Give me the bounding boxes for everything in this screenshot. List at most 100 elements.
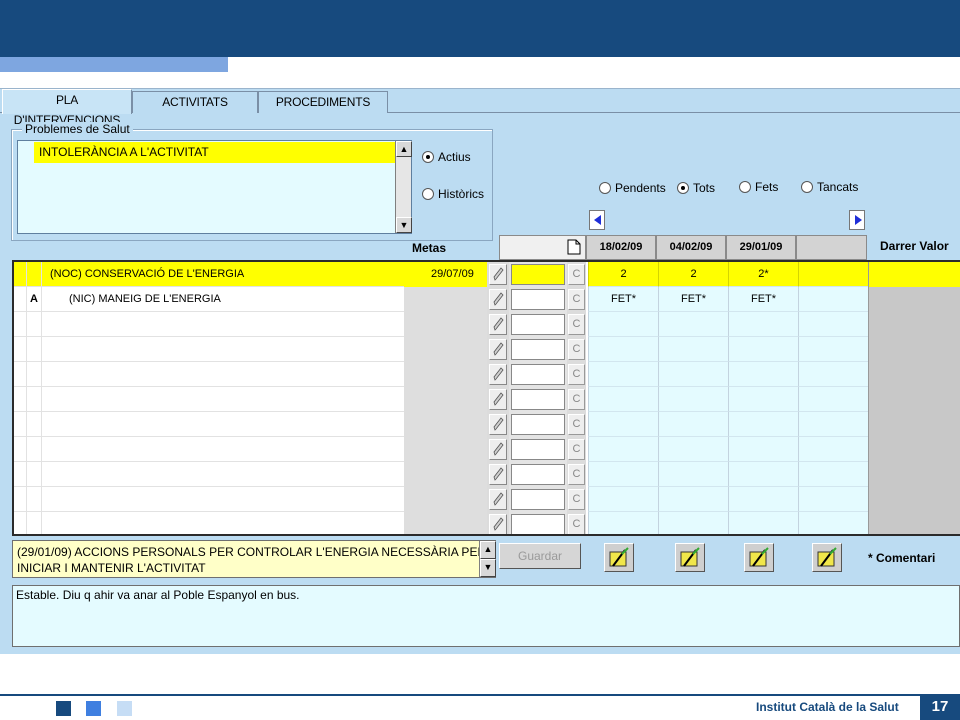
row-edit-button[interactable] — [487, 462, 509, 487]
row-date-value[interactable] — [798, 437, 868, 462]
scroll-up-icon[interactable]: ▲ — [396, 141, 412, 157]
radio-actius[interactable]: Actius — [422, 149, 471, 165]
guardar-button[interactable]: Guardar — [499, 543, 581, 569]
row-check-button[interactable]: C — [567, 487, 586, 512]
row-main-cell[interactable] — [14, 387, 404, 412]
row-main-cell[interactable]: (NOC) CONSERVACIÓ DE L'ENERGIA4 — [14, 262, 410, 287]
row-check-button[interactable]: C — [567, 412, 586, 437]
row-check-button[interactable]: C — [567, 362, 586, 387]
activity-text[interactable]: (29/01/09) ACCIONS PERSONALS PER CONTROL… — [12, 540, 496, 578]
scroll-down-icon[interactable]: ▼ — [480, 559, 496, 577]
row-date-value[interactable] — [798, 337, 868, 362]
row-check-button[interactable]: C — [567, 312, 586, 337]
row-date-value[interactable] — [798, 362, 868, 387]
row-main-cell[interactable] — [14, 337, 404, 362]
row-check-button[interactable]: C — [567, 437, 586, 462]
row-value-input[interactable] — [509, 362, 567, 387]
row-date-value[interactable] — [658, 362, 728, 387]
activity-scrollbar[interactable]: ▲ ▼ — [479, 541, 496, 577]
table-row[interactable]: C — [14, 412, 960, 437]
row-date-value[interactable] — [728, 512, 798, 534]
row-date-value[interactable] — [658, 437, 728, 462]
row-date-value[interactable] — [588, 487, 658, 512]
row-date-value[interactable] — [658, 487, 728, 512]
row-date-value[interactable] — [588, 512, 658, 534]
table-row[interactable]: C — [14, 437, 960, 462]
edit-comment-button-1[interactable] — [604, 543, 634, 572]
row-date-value[interactable] — [798, 387, 868, 412]
edit-comment-button-3[interactable] — [744, 543, 774, 572]
row-date-value[interactable] — [658, 337, 728, 362]
row-date-value[interactable] — [588, 462, 658, 487]
filter-tots[interactable]: Tots — [677, 180, 715, 196]
row-date-value[interactable]: FET* — [728, 287, 798, 312]
row-main-cell[interactable] — [14, 487, 404, 512]
next-dates-button[interactable] — [849, 210, 865, 230]
row-date-value[interactable]: 2 — [658, 262, 728, 287]
scroll-down-icon[interactable]: ▼ — [396, 217, 412, 233]
row-date-value[interactable] — [728, 362, 798, 387]
edit-comment-button-4[interactable] — [812, 543, 842, 572]
table-row[interactable]: (NOC) CONSERVACIÓ DE L'ENERGIA4 29/07/09 C… — [14, 262, 960, 287]
tab-procediments[interactable]: PROCEDIMENTS — [258, 91, 388, 113]
table-row[interactable]: C — [14, 462, 960, 487]
row-edit-button[interactable] — [487, 487, 509, 512]
row-value-input[interactable] — [509, 437, 567, 462]
row-check-button[interactable]: C — [567, 262, 586, 287]
row-main-cell[interactable] — [14, 462, 404, 487]
row-check-button[interactable]: C — [567, 387, 586, 412]
row-date-value[interactable] — [588, 387, 658, 412]
row-date-value[interactable] — [588, 337, 658, 362]
row-check-button[interactable]: C — [567, 287, 586, 312]
row-date-value[interactable]: FET* — [588, 287, 658, 312]
row-main-cell[interactable] — [14, 512, 404, 534]
row-main-cell[interactable] — [14, 412, 404, 437]
row-check-button[interactable]: C — [567, 337, 586, 362]
row-date-value[interactable]: FET* — [658, 287, 728, 312]
row-date-value[interactable]: 2* — [728, 262, 798, 287]
row-edit-button[interactable] — [487, 262, 509, 287]
tab-pla-intervencions[interactable]: PLA D'INTERVENCIONS — [2, 89, 132, 127]
row-value-input[interactable] — [509, 487, 567, 512]
table-row[interactable]: C — [14, 387, 960, 412]
row-main-cell[interactable] — [14, 437, 404, 462]
filter-tancats[interactable]: Tancats — [801, 179, 858, 195]
row-edit-button[interactable] — [487, 437, 509, 462]
row-value-input[interactable] — [509, 512, 567, 534]
row-date-value[interactable] — [798, 512, 868, 534]
radio-historics[interactable]: Històrics — [422, 186, 484, 202]
row-date-value[interactable] — [728, 387, 798, 412]
table-row[interactable]: C — [14, 362, 960, 387]
row-date-value[interactable] — [728, 487, 798, 512]
row-value-input[interactable] — [509, 337, 567, 362]
row-date-value[interactable] — [728, 437, 798, 462]
row-date-value[interactable] — [798, 462, 868, 487]
row-date-value[interactable] — [728, 312, 798, 337]
row-date-value[interactable] — [798, 487, 868, 512]
row-edit-button[interactable] — [487, 412, 509, 437]
row-value-input[interactable] — [509, 462, 567, 487]
row-date-value[interactable] — [588, 362, 658, 387]
row-value-input[interactable] — [509, 387, 567, 412]
table-row[interactable]: C — [14, 487, 960, 512]
row-date-value[interactable] — [588, 412, 658, 437]
row-date-value[interactable] — [658, 512, 728, 534]
scroll-up-icon[interactable]: ▲ — [480, 541, 496, 559]
table-row[interactable]: A (NIC) MANEIG DE L'ENERGIA C FET* FET* FET* — [14, 287, 960, 312]
row-date-value[interactable] — [658, 312, 728, 337]
row-date-value[interactable] — [728, 462, 798, 487]
row-date-value[interactable] — [798, 312, 868, 337]
row-date-value[interactable] — [798, 412, 868, 437]
table-row[interactable]: C — [14, 512, 960, 534]
prev-dates-button[interactable] — [589, 210, 605, 230]
row-value-input[interactable] — [509, 412, 567, 437]
row-edit-button[interactable] — [487, 287, 509, 312]
row-date-value[interactable] — [658, 462, 728, 487]
row-date-value[interactable] — [728, 337, 798, 362]
row-edit-button[interactable] — [487, 387, 509, 412]
row-value-input[interactable] — [509, 287, 567, 312]
filter-fets[interactable]: Fets — [739, 179, 778, 195]
row-main-cell[interactable] — [14, 362, 404, 387]
row-main-cell[interactable] — [14, 312, 404, 337]
row-date-value[interactable] — [658, 412, 728, 437]
